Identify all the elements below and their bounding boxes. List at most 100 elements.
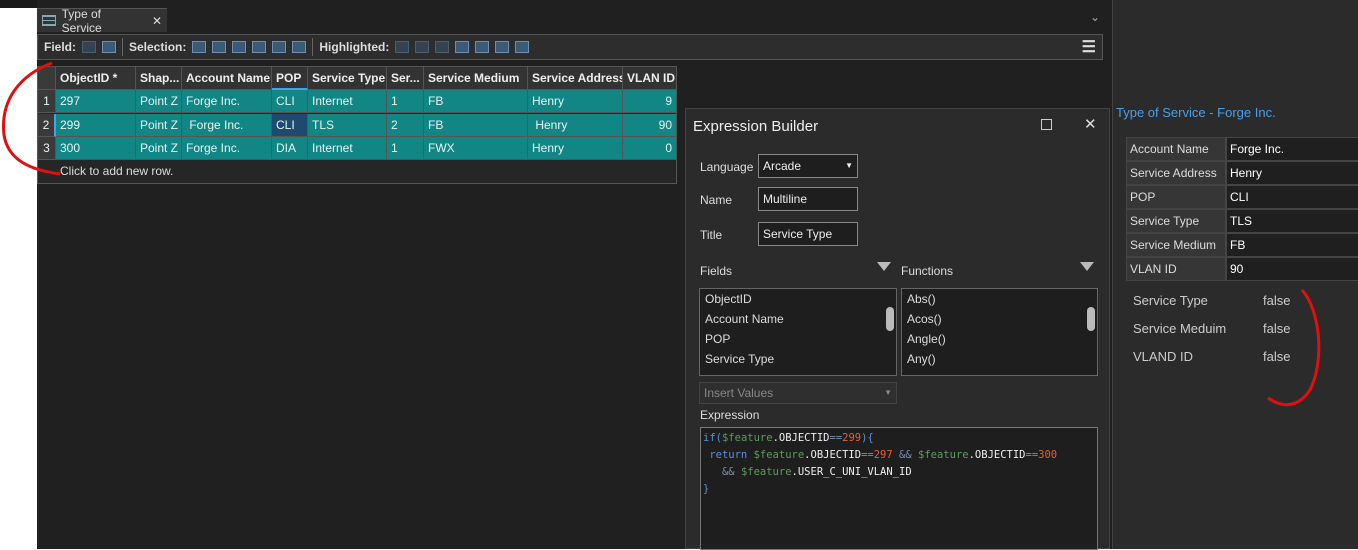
column-header[interactable]: Shap... xyxy=(136,67,182,90)
functions-list[interactable]: Abs() Acos() Angle() Any() xyxy=(901,288,1098,376)
table-cell[interactable]: 0 xyxy=(623,137,677,160)
delete-selection-icon[interactable] xyxy=(272,41,287,53)
table-cell[interactable]: 1 xyxy=(387,90,424,113)
table-cell[interactable]: Point Z xyxy=(136,137,182,160)
table-row[interactable]: 1 297 Point Z Forge Inc. CLI Internet 1 FB Henry… xyxy=(38,90,677,113)
copy-selection-icon[interactable] xyxy=(292,41,307,53)
unselect-highlighted-icon[interactable] xyxy=(495,41,510,53)
list-item[interactable]: Angle() xyxy=(902,329,1097,349)
zoom-highlighted-icon[interactable] xyxy=(435,41,450,53)
result-label: Service Meduim xyxy=(1133,321,1227,336)
table-cell[interactable]: TLS xyxy=(308,113,387,137)
row-number[interactable]: 3 xyxy=(38,137,56,160)
column-header[interactable]: Service Type xyxy=(308,67,387,90)
result-value: false xyxy=(1263,321,1291,336)
table-cell[interactable]: CLI xyxy=(272,113,308,137)
select-by-attributes-icon[interactable] xyxy=(192,41,207,53)
row-number[interactable]: 1 xyxy=(38,90,56,113)
table-cell[interactable]: 299 xyxy=(56,113,136,137)
clear-selection-icon[interactable] xyxy=(252,41,267,53)
field-value: TLS xyxy=(1226,209,1358,233)
list-item[interactable]: Acos() xyxy=(902,309,1097,329)
table-cell[interactable]: Forge Inc. xyxy=(182,90,272,113)
table-cell[interactable]: FB xyxy=(424,90,528,113)
table-cell[interactable]: FWX xyxy=(424,137,528,160)
field-name: Service Address xyxy=(1126,161,1226,185)
field-name: POP xyxy=(1126,185,1226,209)
highlight-icon[interactable] xyxy=(415,41,430,53)
list-item[interactable]: Service Type xyxy=(700,349,896,369)
table-row[interactable]: 2 299 Point Z Forge Inc. CLI TLS 2 FB Henry 90 xyxy=(38,113,677,137)
table-cell[interactable]: Henry xyxy=(528,90,623,113)
maximize-icon[interactable] xyxy=(1041,119,1052,130)
table-cell[interactable]: CLI xyxy=(272,90,308,113)
field-value: CLI xyxy=(1226,185,1358,209)
column-header[interactable]: Service Address xyxy=(528,67,623,90)
table-cell[interactable]: Point Z xyxy=(136,90,182,113)
list-item[interactable]: ObjectID xyxy=(700,289,896,309)
list-item[interactable]: POP xyxy=(700,329,896,349)
expression-line: if($feature.OBJECTID==299){ xyxy=(703,432,874,444)
table-cell[interactable]: 297 xyxy=(56,90,136,113)
popup-field-row: Service Medium FB xyxy=(1126,233,1358,257)
table-cell[interactable]: FB xyxy=(424,113,528,137)
column-header[interactable]: ObjectID * xyxy=(56,67,136,90)
table-cell[interactable]: 1 xyxy=(387,137,424,160)
popup-field-row: Service Type TLS xyxy=(1126,209,1358,233)
scrollbar[interactable] xyxy=(1087,307,1095,331)
fields-list[interactable]: ObjectID Account Name POP Service Type xyxy=(699,288,897,376)
zoom-to-selection-icon[interactable] xyxy=(212,41,227,53)
table-cell[interactable]: Internet xyxy=(308,90,387,113)
switch-selection-icon[interactable] xyxy=(232,41,247,53)
tab-type-of-service[interactable]: Type of Service ✕ xyxy=(37,7,167,35)
list-item[interactable]: Any() xyxy=(902,349,1097,369)
list-item[interactable]: Account Name xyxy=(700,309,896,329)
popup-field-row: VLAN ID 90 xyxy=(1126,257,1358,281)
column-header[interactable]: POP xyxy=(272,67,308,90)
table-toolbar: Field: Selection: Highlighted: ☰ xyxy=(37,34,1103,60)
menu-icon[interactable]: ☰ xyxy=(1082,37,1096,57)
table-cell[interactable]: Internet xyxy=(308,137,387,160)
clear-highlighted-icon[interactable] xyxy=(475,41,490,53)
column-header[interactable]: VLAN ID xyxy=(623,67,677,90)
dialog-title: Expression Builder xyxy=(693,118,819,135)
highlight-icon[interactable] xyxy=(395,41,410,53)
language-select[interactable]: Arcade ▼ xyxy=(758,154,858,178)
table-cell[interactable]: DIA xyxy=(272,137,308,160)
table-cell[interactable]: Henry xyxy=(528,113,623,137)
table-cell[interactable]: Forge Inc. xyxy=(182,137,272,160)
add-row[interactable]: Click to add new row. xyxy=(56,160,173,183)
field-name: Service Medium xyxy=(1126,233,1226,257)
scrollbar[interactable] xyxy=(886,307,894,331)
row-number[interactable]: 2 xyxy=(38,113,56,137)
column-header[interactable]: Ser... xyxy=(387,67,424,90)
filter-icon[interactable] xyxy=(1080,262,1094,271)
column-header[interactable]: Service Medium xyxy=(424,67,528,90)
select-all-corner[interactable] xyxy=(38,67,56,90)
table-cell[interactable]: Point Z xyxy=(136,113,182,137)
fields-view-icon[interactable] xyxy=(102,41,116,53)
attribute-table: ObjectID * Shap... Account Name POP Service … xyxy=(37,66,677,184)
table-cell[interactable]: 90 xyxy=(623,113,677,137)
table-cell[interactable]: 9 xyxy=(623,90,677,113)
chevron-down-icon[interactable]: ⌄ xyxy=(1090,10,1100,24)
expression-result-row: VLAND ID false xyxy=(1133,349,1290,364)
filter-icon[interactable] xyxy=(877,262,891,271)
title-input[interactable]: Service Type xyxy=(758,222,858,246)
add-field-icon[interactable] xyxy=(82,41,96,53)
delete-highlighted-icon[interactable] xyxy=(515,41,530,53)
name-input[interactable]: Multiline xyxy=(758,187,858,211)
table-cell[interactable]: 300 xyxy=(56,137,136,160)
expression-line: return $feature.OBJECTID==297 && $featur… xyxy=(709,449,1058,461)
insert-values-dropdown[interactable]: Insert Values ▼ xyxy=(699,382,897,404)
table-cell[interactable]: Henry xyxy=(528,137,623,160)
expression-editor[interactable]: if($feature.OBJECTID==299){ return $feat… xyxy=(700,427,1098,550)
switch-highlighted-icon[interactable] xyxy=(455,41,470,53)
list-item[interactable]: Abs() xyxy=(902,289,1097,309)
table-cell[interactable]: Forge Inc. xyxy=(182,113,272,137)
column-header[interactable]: Account Name xyxy=(182,67,272,90)
close-icon[interactable]: ✕ xyxy=(152,14,162,28)
close-icon[interactable]: ✕ xyxy=(1084,115,1097,133)
table-row[interactable]: 3 300 Point Z Forge Inc. DIA Internet 1 FWX Henr… xyxy=(38,137,677,160)
table-cell[interactable]: 2 xyxy=(387,113,424,137)
